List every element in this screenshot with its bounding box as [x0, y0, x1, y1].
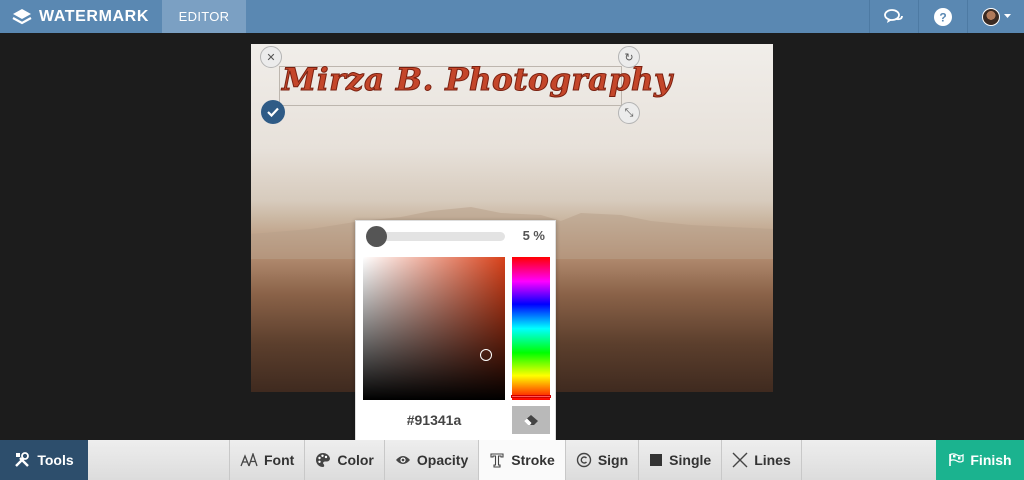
option-lines[interactable]: Lines: [721, 440, 802, 480]
finish-button[interactable]: Finish: [936, 440, 1024, 480]
text-stroke-icon: [490, 453, 504, 468]
tab-editor[interactable]: EDITOR: [162, 0, 246, 33]
color-picker-popup: 5 % #91341a: [355, 220, 556, 442]
square-icon: [650, 454, 663, 466]
font-size-icon: [240, 453, 258, 467]
option-label: Stroke: [511, 452, 555, 468]
chat-button[interactable]: [869, 0, 918, 33]
saturation-picker[interactable]: [363, 257, 505, 400]
option-label: Lines: [754, 452, 791, 468]
saturation-cursor[interactable]: [480, 349, 492, 361]
eye-icon: [395, 456, 410, 464]
close-icon: ✕: [266, 51, 276, 64]
option-label: Color: [337, 452, 374, 468]
brand[interactable]: WATERMARK: [0, 0, 162, 33]
help-button[interactable]: ?: [918, 0, 967, 33]
option-color[interactable]: Color: [304, 440, 384, 480]
x-lines-icon: [732, 452, 748, 468]
tools-label: Tools: [37, 452, 74, 468]
chat-bubbles-icon: [884, 8, 903, 23]
option-label: Font: [264, 452, 295, 468]
bottom-toolbar: Tools Font Color Opacity Stroke Sign Sin…: [0, 440, 1024, 480]
rotate-watermark-button[interactable]: ↻: [618, 46, 640, 68]
confirm-watermark-button[interactable]: [261, 100, 285, 124]
watermark-text[interactable]: Mirza B. Photography: [282, 62, 673, 106]
watermark-options: Font Color Opacity Stroke Sign Single Li…: [229, 440, 802, 480]
question-circle-icon: ?: [934, 7, 952, 26]
option-font[interactable]: Font: [229, 440, 304, 480]
brand-name: WATERMARK: [39, 7, 149, 25]
clear-color-button[interactable]: [512, 406, 550, 434]
option-stroke[interactable]: Stroke: [478, 440, 565, 480]
eraser-icon: [524, 415, 538, 425]
option-opacity[interactable]: Opacity: [383, 440, 478, 480]
hue-marker[interactable]: [511, 395, 551, 398]
opacity-slider[interactable]: [368, 232, 505, 241]
top-bar: WATERMARK EDITOR ?: [0, 0, 1024, 33]
hue-slider[interactable]: [512, 257, 550, 400]
finish-label: Finish: [970, 452, 1012, 468]
avatar: [981, 7, 1000, 26]
opacity-value: 5 %: [522, 228, 545, 243]
option-label: Single: [669, 452, 712, 468]
option-sign[interactable]: Sign: [564, 440, 638, 480]
svg-text:?: ?: [939, 10, 946, 24]
rotate-icon: ↻: [624, 51, 634, 64]
hex-value[interactable]: #91341a: [363, 406, 505, 434]
stacked-layers-icon: [12, 8, 32, 24]
option-label: Opacity: [416, 452, 469, 468]
opacity-slider-thumb[interactable]: [366, 226, 387, 247]
tools-button[interactable]: Tools: [0, 440, 88, 480]
flag-icon: [949, 453, 965, 466]
copyright-icon: [576, 452, 592, 468]
option-single[interactable]: Single: [638, 440, 721, 480]
user-menu[interactable]: [967, 0, 1024, 33]
resize-watermark-handle[interactable]: ⤡: [618, 102, 640, 124]
palette-icon: [316, 452, 331, 467]
option-label: Sign: [597, 452, 629, 468]
tools-icon: [15, 452, 30, 467]
delete-watermark-button[interactable]: ✕: [260, 46, 282, 68]
checkmark-icon: [267, 107, 279, 117]
caret-down-icon: [1003, 14, 1011, 18]
resize-icon: ⤡: [624, 106, 634, 119]
